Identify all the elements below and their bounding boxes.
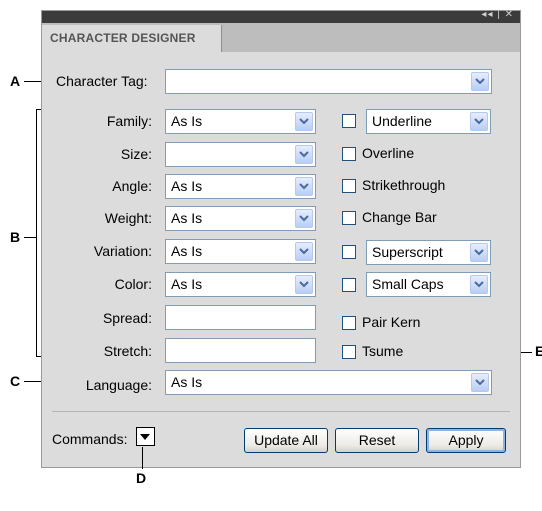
- variation-dropdown[interactable]: As Is: [165, 239, 316, 264]
- pair-kern-checkbox[interactable]: [342, 316, 356, 330]
- chevron-down-icon[interactable]: [471, 72, 489, 91]
- chevron-down-icon[interactable]: [295, 112, 313, 131]
- strikethrough-checkbox[interactable]: [342, 179, 356, 193]
- chevron-down-icon[interactable]: [470, 243, 488, 262]
- underline-dropdown[interactable]: Underline: [366, 109, 491, 134]
- variation-label: Variation:: [93, 243, 152, 259]
- footer-separator: [52, 411, 510, 412]
- angle-label: Angle:: [112, 178, 152, 194]
- weight-label: Weight:: [104, 210, 152, 226]
- color-label: Color:: [114, 276, 152, 292]
- overline-label: Overline: [362, 145, 415, 161]
- chevron-down-icon[interactable]: [295, 209, 313, 228]
- pair-kern-label: Pair Kern: [362, 314, 421, 330]
- triangle-down-icon: [140, 434, 150, 440]
- strikethrough-label: Strikethrough: [362, 177, 446, 193]
- update-all-button[interactable]: Update All: [244, 428, 328, 453]
- small-caps-checkbox[interactable]: [342, 278, 356, 292]
- callout-b-line: [24, 237, 36, 238]
- commands-label: Commands:: [52, 431, 128, 447]
- apply-button[interactable]: Apply: [426, 428, 506, 453]
- chevron-down-icon[interactable]: [295, 275, 313, 294]
- size-dropdown[interactable]: [165, 142, 316, 167]
- callout-c: C: [10, 373, 21, 389]
- family-label: Family:: [106, 113, 152, 129]
- chevron-down-icon[interactable]: [295, 242, 313, 261]
- tab-strip: CHARACTER DESIGNER: [42, 23, 520, 52]
- change-bar-label: Change Bar: [362, 209, 437, 225]
- small-caps-dropdown[interactable]: Small Caps: [366, 272, 491, 297]
- stretch-label: Stretch:: [103, 343, 152, 359]
- spread-input[interactable]: [165, 305, 316, 330]
- panel-controls[interactable]: ◂◂ | ✕: [481, 9, 514, 20]
- callout-a: A: [10, 73, 21, 89]
- callout-b: B: [10, 229, 21, 245]
- underline-checkbox[interactable]: [342, 114, 356, 128]
- tab-character-designer[interactable]: CHARACTER DESIGNER: [42, 25, 222, 52]
- chevron-down-icon[interactable]: [295, 145, 313, 164]
- callout-b-bracket: [36, 109, 37, 357]
- superscript-dropdown[interactable]: Superscript: [366, 240, 491, 265]
- tsume-checkbox[interactable]: [342, 345, 356, 359]
- overline-checkbox[interactable]: [342, 147, 356, 161]
- character-tag-label: Character Tag:: [56, 73, 148, 89]
- family-dropdown[interactable]: As Is: [165, 109, 316, 134]
- tsume-label: Tsume: [362, 343, 404, 359]
- chevron-down-icon[interactable]: [295, 177, 313, 196]
- superscript-checkbox[interactable]: [342, 245, 356, 259]
- change-bar-checkbox[interactable]: [342, 211, 356, 225]
- color-dropdown[interactable]: As Is: [165, 272, 316, 297]
- callout-e: E: [535, 343, 542, 359]
- size-label: Size:: [120, 146, 152, 162]
- angle-dropdown[interactable]: As Is: [165, 174, 316, 199]
- tab-label: CHARACTER DESIGNER: [50, 31, 196, 45]
- chevron-down-icon[interactable]: [470, 275, 488, 294]
- panel-title-bar: ◂◂ | ✕: [42, 9, 520, 23]
- callout-d: D: [136, 470, 147, 486]
- reset-button[interactable]: Reset: [335, 428, 419, 453]
- callout-d-line: [142, 447, 143, 469]
- commands-menu-button[interactable]: [136, 427, 155, 446]
- character-tag-dropdown[interactable]: [165, 69, 492, 94]
- chevron-down-icon[interactable]: [470, 112, 488, 131]
- language-dropdown[interactable]: As Is: [165, 370, 492, 395]
- weight-dropdown[interactable]: As Is: [165, 206, 316, 231]
- chevron-down-icon[interactable]: [471, 373, 489, 392]
- language-label: Language:: [85, 377, 152, 393]
- stretch-input[interactable]: [165, 338, 316, 363]
- spread-label: Spread:: [102, 310, 152, 326]
